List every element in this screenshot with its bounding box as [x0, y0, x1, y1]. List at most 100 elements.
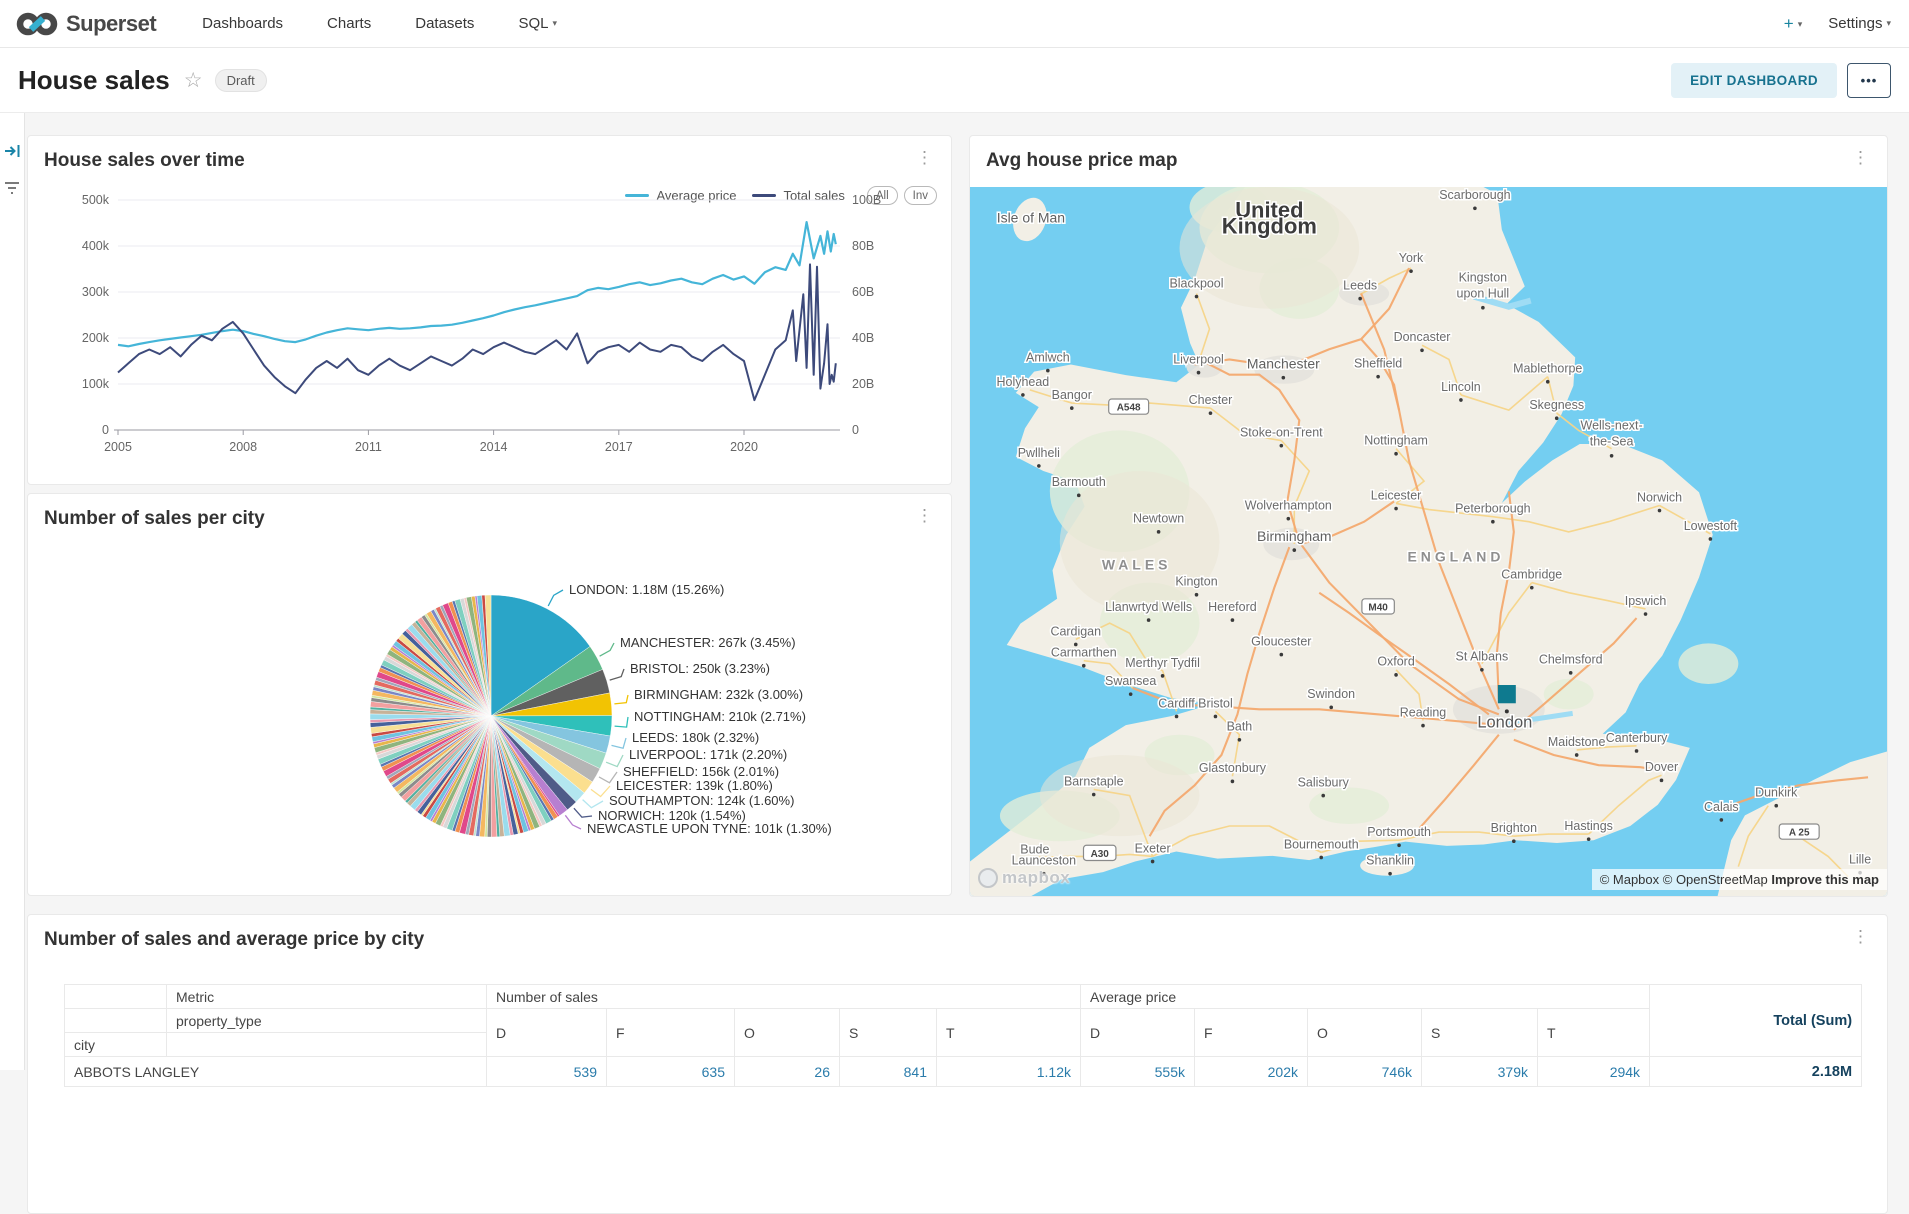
svg-text:80B: 80B: [852, 239, 874, 253]
svg-text:WALES: WALES: [1102, 556, 1172, 572]
chevron-down-icon: ▾: [552, 18, 557, 28]
settings-menu[interactable]: Settings▾: [1828, 15, 1891, 32]
svg-text:Merthyr Tydfil: Merthyr Tydfil: [1125, 656, 1200, 670]
dashboard-header: House sales ☆ Draft EDIT DASHBOARD •••: [0, 48, 1909, 113]
svg-text:500k: 500k: [82, 193, 110, 207]
svg-text:Pwllheli: Pwllheli: [1018, 446, 1060, 460]
svg-text:40B: 40B: [852, 331, 874, 345]
col-sales-S: S: [840, 1009, 937, 1057]
pivot-table: Metric Number of sales Average price Tot…: [64, 984, 1862, 1087]
dashboard-more-button[interactable]: •••: [1847, 63, 1891, 98]
kebab-menu-icon[interactable]: ⋮: [1846, 926, 1875, 947]
panel-sales-price-table: Number of sales and average price by cit…: [27, 914, 1888, 1214]
improve-map-link[interactable]: Improve this map: [1771, 872, 1879, 887]
uk-map: A548M40A30A 25UnitedKingdomScarboroughIs…: [970, 187, 1887, 896]
svg-text:Bournemouth: Bournemouth: [1284, 837, 1359, 851]
line-chart[interactable]: 00100k20B200k40B300k60B400k80B500k100B20…: [40, 186, 940, 478]
mapbox-circle-icon: [978, 868, 998, 888]
svg-text:A548: A548: [1117, 403, 1141, 414]
svg-text:Amlwch: Amlwch: [1026, 350, 1070, 364]
filter-funnel-icon[interactable]: [4, 181, 20, 196]
svg-text:100k: 100k: [82, 377, 110, 391]
nav-menu: Dashboards Charts Datasets SQL▾: [202, 15, 557, 32]
svg-text:Glastonbury: Glastonbury: [1199, 761, 1267, 775]
svg-text:Exeter: Exeter: [1135, 841, 1171, 855]
svg-text:Sheffield: Sheffield: [1354, 356, 1402, 370]
svg-text:Calais: Calais: [1704, 800, 1739, 814]
svg-text:A30: A30: [1091, 849, 1110, 860]
svg-text:Salisbury: Salisbury: [1298, 775, 1350, 789]
svg-text:0: 0: [102, 423, 109, 437]
panel-title: Avg house price map: [986, 150, 1177, 172]
svg-text:Skegness: Skegness: [1529, 398, 1584, 412]
svg-text:Cardigan: Cardigan: [1050, 624, 1101, 638]
nav-item-charts[interactable]: Charts: [327, 15, 371, 32]
nav-item-sql[interactable]: SQL▾: [518, 15, 557, 32]
total-sum-header: Total (Sum): [1650, 985, 1862, 1057]
svg-text:A 25: A 25: [1789, 828, 1810, 839]
svg-text:Portsmouth: Portsmouth: [1367, 825, 1431, 839]
svg-text:Peterborough: Peterborough: [1455, 501, 1531, 515]
col-sales-F: F: [607, 1009, 735, 1057]
svg-text:Doncaster: Doncaster: [1394, 330, 1451, 344]
svg-text:Leicester: Leicester: [1371, 488, 1422, 502]
row-total: 2.18M: [1650, 1057, 1862, 1087]
svg-text:Newtown: Newtown: [1133, 512, 1184, 526]
svg-text:Bath: Bath: [1227, 720, 1253, 734]
svg-text:2014: 2014: [480, 440, 508, 454]
col-sales-D: D: [487, 1009, 607, 1057]
svg-text:Brighton: Brighton: [1491, 821, 1537, 835]
svg-text:Cambridge: Cambridge: [1501, 567, 1562, 581]
edit-dashboard-button[interactable]: EDIT DASHBOARD: [1671, 63, 1837, 98]
svg-text:LONDON: 1.18M (15.26%): LONDON: 1.18M (15.26%): [569, 582, 724, 597]
panel-title: Number of sales and average price by cit…: [44, 929, 424, 951]
svg-text:Launceston: Launceston: [1012, 853, 1076, 867]
svg-text:Liverpool: Liverpool: [1173, 352, 1224, 366]
svg-text:60B: 60B: [852, 285, 874, 299]
svg-text:Leeds: Leeds: [1343, 278, 1377, 292]
group-number-of-sales: Number of sales: [487, 985, 1081, 1009]
new-item-button[interactable]: +▾: [1784, 14, 1802, 34]
svg-text:Lowestoft: Lowestoft: [1684, 519, 1738, 533]
svg-text:200k: 200k: [82, 331, 110, 345]
svg-text:MANCHESTER: 267k (3.45%): MANCHESTER: 267k (3.45%): [620, 635, 796, 650]
filter-bar-collapsed: [0, 113, 25, 1070]
top-navbar: Superset Dashboards Charts Datasets SQL▾…: [0, 0, 1909, 48]
kebab-menu-icon[interactable]: ⋮: [910, 147, 939, 168]
svg-text:Scarborough: Scarborough: [1439, 188, 1510, 202]
panel-avg-house-price-map: Avg house price map ⋮ A548M40A30A 25Unit…: [969, 135, 1888, 897]
svg-text:Kington: Kington: [1175, 575, 1217, 589]
svg-text:BIRMINGHAM: 232k (3.00%): BIRMINGHAM: 232k (3.00%): [634, 687, 803, 702]
superset-logo[interactable]: Superset: [16, 10, 156, 38]
svg-text:Shanklin: Shanklin: [1366, 853, 1414, 867]
svg-text:Birmingham: Birmingham: [1257, 528, 1331, 544]
svg-text:Gloucester: Gloucester: [1251, 634, 1311, 648]
col-price-F: F: [1195, 1009, 1308, 1057]
svg-text:Dover: Dover: [1645, 760, 1678, 774]
expand-filter-bar-icon[interactable]: [4, 143, 21, 159]
col-sales-O: O: [735, 1009, 840, 1057]
map-canvas[interactable]: A548M40A30A 25UnitedKingdomScarboroughIs…: [970, 187, 1887, 896]
col-sales-T: T: [937, 1009, 1081, 1057]
col-price-T: T: [1538, 1009, 1650, 1057]
pie-chart[interactable]: LONDON: 1.18M (15.26%) MANCHESTER: 267k (…: [28, 494, 951, 895]
svg-text:Swindon: Swindon: [1307, 687, 1355, 701]
svg-text:Ipswich: Ipswich: [1625, 594, 1667, 608]
favorite-star-icon[interactable]: ☆: [184, 68, 203, 93]
svg-text:Holyhead: Holyhead: [997, 375, 1050, 389]
mapbox-logo[interactable]: mapbox: [978, 868, 1070, 888]
nav-item-datasets[interactable]: Datasets: [415, 15, 474, 32]
svg-text:300k: 300k: [82, 285, 110, 299]
table-row[interactable]: ABBOTS LANGLEY 539 635 26 841 1.12k 555k…: [65, 1057, 1862, 1087]
svg-text:2017: 2017: [605, 440, 633, 454]
svg-text:York: York: [1399, 251, 1424, 265]
superset-infinity-icon: [16, 10, 58, 38]
brand-name: Superset: [66, 11, 156, 37]
kebab-menu-icon[interactable]: ⋮: [1846, 147, 1875, 168]
svg-text:LIVERPOOL: 171k (2.20%): LIVERPOOL: 171k (2.20%): [629, 747, 787, 762]
svg-text:Wolverhampton: Wolverhampton: [1245, 498, 1332, 512]
svg-text:2008: 2008: [229, 440, 257, 454]
svg-text:2020: 2020: [730, 440, 758, 454]
corner-cell: [65, 985, 167, 1009]
nav-item-dashboards[interactable]: Dashboards: [202, 15, 283, 32]
